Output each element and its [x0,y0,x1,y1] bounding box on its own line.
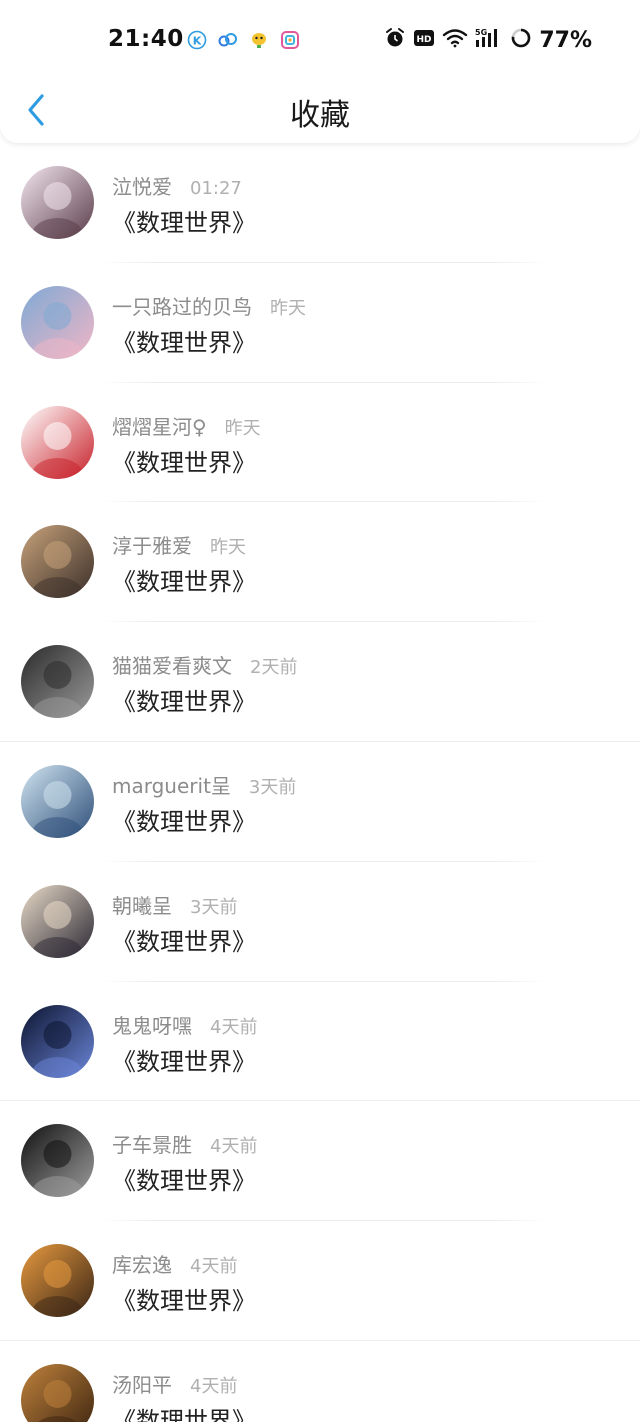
item-title: 《数理世界》 [112,209,256,237]
avatar[interactable] [21,884,94,958]
item-meta: 淳于雅爱 昨天 [112,530,246,559]
list-item[interactable]: 库宏逸 4天前《数理世界》 [0,1221,640,1341]
cloud-app-icon [217,29,239,51]
item-time: 01:27 [190,178,242,199]
hd-icon: HD [413,28,435,52]
item-time: 昨天 [224,417,261,439]
signal-5g-icon: 5G [475,27,503,53]
avatar[interactable] [21,405,94,479]
avatar[interactable] [21,1244,94,1318]
list-item[interactable]: 朝曦呈 3天前《数理世界》 [0,862,640,982]
list-item[interactable]: 子车景胜 4天前《数理世界》 [0,1101,640,1222]
list-item[interactable]: 熠熠星河♀ 昨天《数理世界》 [0,383,640,503]
item-title: 《数理世界》 [112,688,256,717]
avatar[interactable] [21,525,94,599]
item-title: 《数理世界》 [112,1406,256,1422]
status-bar: 21:40 K HD 5G 77% [0,0,640,80]
favorites-list: 泣悦爱 01:27 《数理世界》 一只路过的贝鸟 昨天 《数理世界》 熠熠星河♀ 昨天 《数理世… [0,143,640,1422]
list-item[interactable]: 汤阳平 4天前《数理世界》 [0,1341,640,1422]
item-time: 4天前 [190,1375,238,1397]
svg-text:HD: HD [417,35,432,45]
header: 21:40 K HD 5G 77% 收藏 [0,0,640,143]
avatar[interactable] [21,764,94,838]
item-title: 《数理世界》 [112,1167,256,1196]
username[interactable]: 子车景胜 [112,1129,192,1158]
list-item[interactable]: 泣悦爱 01:27 《数理世界》 [0,143,640,263]
username[interactable]: 熠熠星河♀ [112,411,207,440]
list-item[interactable]: 一只路过的贝鸟 昨天 《数理世界》 [0,263,640,383]
item-meta: 鬼鬼呀嘿 4天前 [112,1010,257,1039]
item-meta: 泣悦爱 01:27 [112,171,242,200]
username[interactable]: 库宏逸 [112,1249,172,1278]
item-time: 3天前 [190,896,238,918]
colorful-app-icon [279,29,301,51]
item-title: 《数理世界》 [112,807,256,836]
item-meta: marguerit呈 3天前 [112,770,296,799]
item-meta: 子车景胜 4天前 [112,1129,257,1158]
favorites-page: 21:40 K HD 5G 77% 收藏 泣悦爱 01:27 《数理世界》 一只… [0,0,640,1422]
item-time: 4天前 [190,1256,238,1278]
avatar[interactable] [21,1124,94,1198]
avatar[interactable] [21,1363,94,1422]
avatar[interactable] [21,645,94,719]
item-meta: 熠熠星河♀ 昨天 [112,411,261,440]
username[interactable]: 朝曦呈 [112,890,172,919]
item-meta: 汤阳平 4天前 [112,1369,237,1398]
avatar[interactable] [21,285,94,359]
item-time: 昨天 [270,297,306,319]
item-title: 《数理世界》 [112,448,256,477]
nav-bar: 收藏 [0,80,640,142]
item-meta: 朝曦呈 3天前 [112,890,237,919]
item-time: 2天前 [250,657,298,679]
avatar[interactable] [21,166,94,239]
username[interactable]: 泣悦爱 [112,171,172,200]
battery-ring-icon [510,27,532,53]
item-title: 《数理世界》 [112,1047,256,1076]
item-title: 《数理世界》 [112,927,256,956]
item-time: 4天前 [210,1016,258,1038]
duck-app-icon [248,29,270,51]
item-meta: 猫猫爱看爽文 2天前 [112,650,297,679]
username[interactable]: 猫猫爱看爽文 [112,650,232,679]
list-item[interactable]: 猫猫爱看爽文 2天前《数理世界》 [0,622,640,742]
item-title: 《数理世界》 [112,1287,256,1316]
avatar[interactable] [21,1004,94,1078]
k-app-icon: K [186,29,208,51]
username[interactable]: 一只路过的贝鸟 [112,291,252,320]
username[interactable]: 汤阳平 [112,1369,172,1398]
item-time: 4天前 [210,1136,258,1158]
item-time: 昨天 [210,537,246,559]
wifi-icon [442,28,468,52]
svg-text:K: K [193,35,202,48]
status-right: HD 5G 77% [384,27,592,53]
svg-text:5G: 5G [475,28,487,37]
list-item[interactable]: 鬼鬼呀嘿 4天前《数理世界》 [0,982,640,1102]
username[interactable]: marguerit呈 [112,770,231,799]
battery-percentage: 77% [539,27,592,53]
notification-app-icons: K [186,29,301,51]
item-title: 《数理世界》 [112,568,256,597]
username[interactable]: 淳于雅爱 [112,530,192,559]
list-item[interactable]: 淳于雅爱 昨天 《数理世界》 [0,502,640,623]
status-time: 21:40 [108,26,184,52]
item-meta: 一只路过的贝鸟 昨天 [112,291,306,320]
username[interactable]: 鬼鬼呀嘿 [112,1010,192,1039]
page-title: 收藏 [290,98,350,133]
item-meta: 库宏逸 4天前 [112,1249,237,1278]
item-time: 3天前 [248,776,297,798]
item-title: 《数理世界》 [112,328,256,357]
list-item[interactable]: marguerit呈 3天前《数理世界》 [0,742,640,862]
alarm-icon [384,27,406,53]
